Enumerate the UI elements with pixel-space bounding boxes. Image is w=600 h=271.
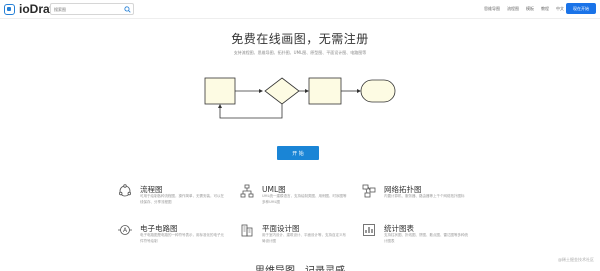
feature-description: 用于室内设计、建筑设计、平面设计等，支持自定义布局设计图 (262, 233, 346, 243)
network-topology-icon (362, 184, 376, 198)
flow-node-process (308, 77, 342, 105)
feature-description: 内置计算机、服务器、路由器等上千个网络拓扑图标 (384, 194, 465, 198)
flow-arrowhead (218, 104, 222, 108)
svg-text:A: A (123, 227, 128, 234)
flowchart-illustration (204, 77, 396, 119)
hero-subtitle: 支持流程图、思维导图、拓扑图、UML图、原型图、平面设计图、电路图等 (233, 50, 367, 55)
flow-arrowhead (259, 89, 263, 93)
flow-node-end (360, 79, 396, 103)
hero-title: 免费在线画图，无需注册 (231, 32, 369, 46)
nav-item-language[interactable]: 中文 (556, 6, 564, 12)
top-header: ioDraw 思维导图 流程图 模板 教程 中文 现在开始 (0, 0, 600, 19)
circuit-ammeter-icon: A (118, 225, 132, 235)
feature-description: 支持柱状图、折线图、饼图、散点图、雷达图等多种统计图表 (384, 233, 468, 243)
logo-icon (4, 3, 15, 15)
flow-node-decision (264, 77, 300, 105)
section-title-mindmap: 思维导图，记录灵感 (0, 262, 600, 271)
top-nav: 思维导图 流程图 模板 教程 中文 (484, 6, 564, 12)
nav-item-tutorials[interactable]: 教程 (541, 6, 549, 12)
uml-icon (240, 184, 254, 198)
flow-arrowhead (357, 89, 361, 93)
flow-loop-arrow (219, 104, 283, 119)
flow-node-start (204, 77, 236, 105)
nav-item-templates[interactable]: 模板 (526, 6, 534, 12)
search-box (50, 3, 134, 15)
search-icon[interactable] (124, 6, 131, 13)
search-input[interactable] (51, 6, 117, 12)
nav-item-mindmap[interactable]: 思维导图 (484, 6, 500, 12)
flowchart-icon (119, 184, 131, 197)
feature-description: UML统一建模语言，支持绘制类图、用例图、时序图等多种UML图 (262, 194, 347, 204)
watermark: @稀土掘金技术社区 (558, 257, 594, 262)
building-icon (241, 224, 253, 237)
start-button[interactable]: 开 始 (277, 146, 319, 160)
nav-item-flowchart[interactable]: 流程图 (507, 6, 519, 12)
bar-chart-icon (363, 224, 375, 236)
feature-description: 可用于绘制各种流程图，操作简单，无需安装，可以在线保存、分享流程图 (140, 194, 224, 204)
flow-arrowhead (305, 89, 309, 93)
feature-description: 电子电路图是电路的一种符号表示，用标准化的电子元件符号绘制 (140, 233, 224, 243)
start-now-button[interactable]: 现在开始 (566, 3, 596, 14)
